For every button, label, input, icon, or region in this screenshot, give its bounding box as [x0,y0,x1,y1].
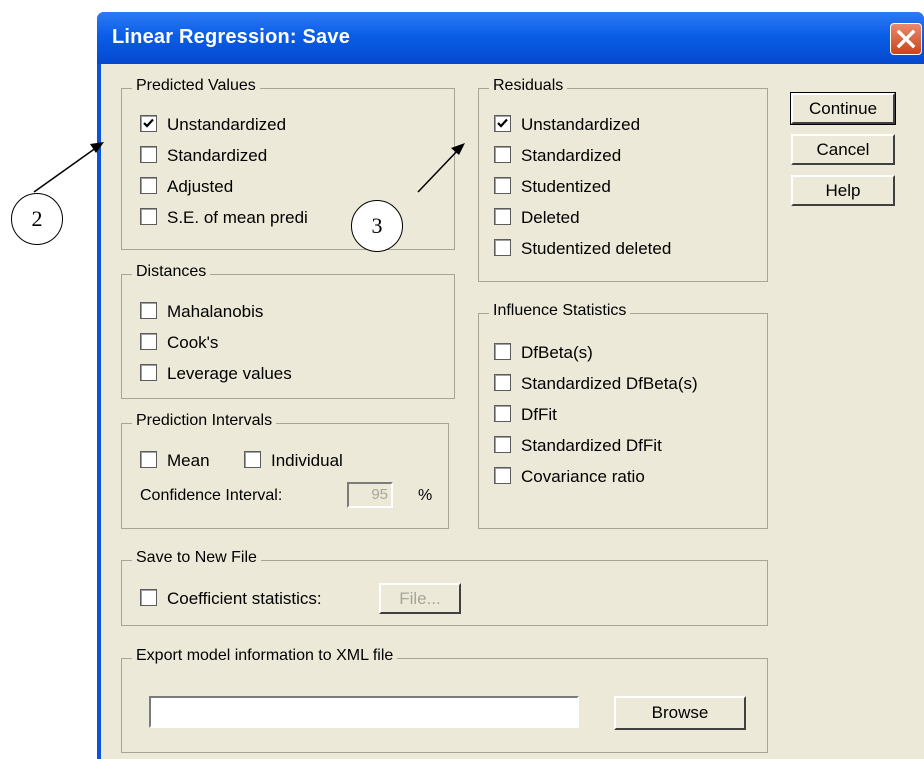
arrow-to-predicted-unstandardized [33,142,104,193]
callout-2: 2 [11,193,63,245]
page: Linear Regression: Save Predicted Values… [0,0,924,759]
callout-3: 3 [351,200,403,252]
arrow-to-residual-unstandardized [417,143,465,193]
annotation-arrows [33,142,465,193]
